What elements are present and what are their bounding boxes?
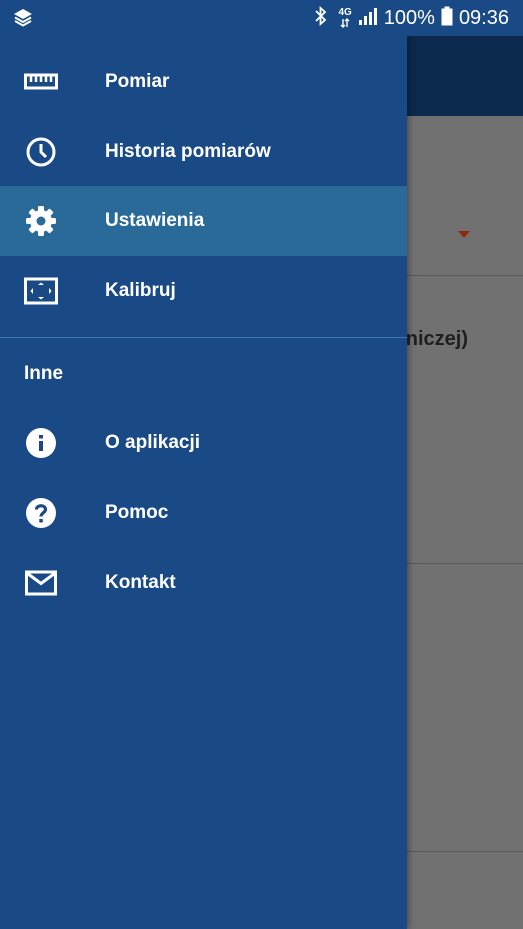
battery-percent: 100% xyxy=(383,7,435,29)
nav-item-pomoc[interactable]: Pomoc xyxy=(0,478,407,548)
background-partial-text: rniczej) xyxy=(398,328,469,350)
nav-item-label: Kontakt xyxy=(105,572,176,593)
nav-item-label: Pomiar xyxy=(105,71,170,92)
divider-line xyxy=(407,851,523,852)
navigation-drawer: Pomiar Historia pomiarów Ustawienia Kali… xyxy=(0,36,407,929)
nav-item-label: O aplikacji xyxy=(105,432,201,453)
gear-icon xyxy=(24,204,58,238)
bluetooth-icon xyxy=(314,5,328,31)
section-title-inne: Inne xyxy=(24,363,64,384)
nav-item-kalibruj[interactable]: Kalibruj xyxy=(0,256,407,326)
dropdown-arrow-icon[interactable] xyxy=(458,231,470,238)
divider-line xyxy=(407,563,523,564)
calibrate-icon xyxy=(24,274,58,308)
signal-icon xyxy=(358,6,378,31)
drawer-divider xyxy=(0,337,407,338)
nav-item-pomiar[interactable]: Pomiar xyxy=(0,47,407,117)
nav-item-kontakt[interactable]: Kontakt xyxy=(0,548,407,618)
clock-icon xyxy=(24,135,58,169)
ruler-icon xyxy=(24,65,58,99)
nav-item-label: Pomoc xyxy=(105,502,169,523)
help-icon xyxy=(24,496,58,530)
nav-item-historia[interactable]: Historia pomiarów xyxy=(0,117,407,187)
mail-icon xyxy=(24,566,58,600)
info-icon xyxy=(24,426,58,460)
network-icon: 4G xyxy=(338,8,352,28)
clock-time: 09:36 xyxy=(458,7,509,29)
nav-item-ustawienia[interactable]: Ustawienia xyxy=(0,186,407,256)
nav-item-label: Kalibruj xyxy=(105,280,176,301)
battery-icon xyxy=(441,6,453,31)
nav-item-label: Ustawienia xyxy=(105,210,205,231)
divider-line xyxy=(407,275,523,276)
status-bar: 4G 100% 09:36 xyxy=(0,0,523,36)
nav-item-label: Historia pomiarów xyxy=(105,141,271,162)
nav-item-o-aplikacji[interactable]: O aplikacji xyxy=(0,408,407,478)
layers-icon xyxy=(12,7,34,29)
screen: rniczej) 4G 100% 09:36 Pomiar Historia p… xyxy=(0,0,523,929)
status-icons: 4G 100% 09:36 xyxy=(314,5,509,31)
